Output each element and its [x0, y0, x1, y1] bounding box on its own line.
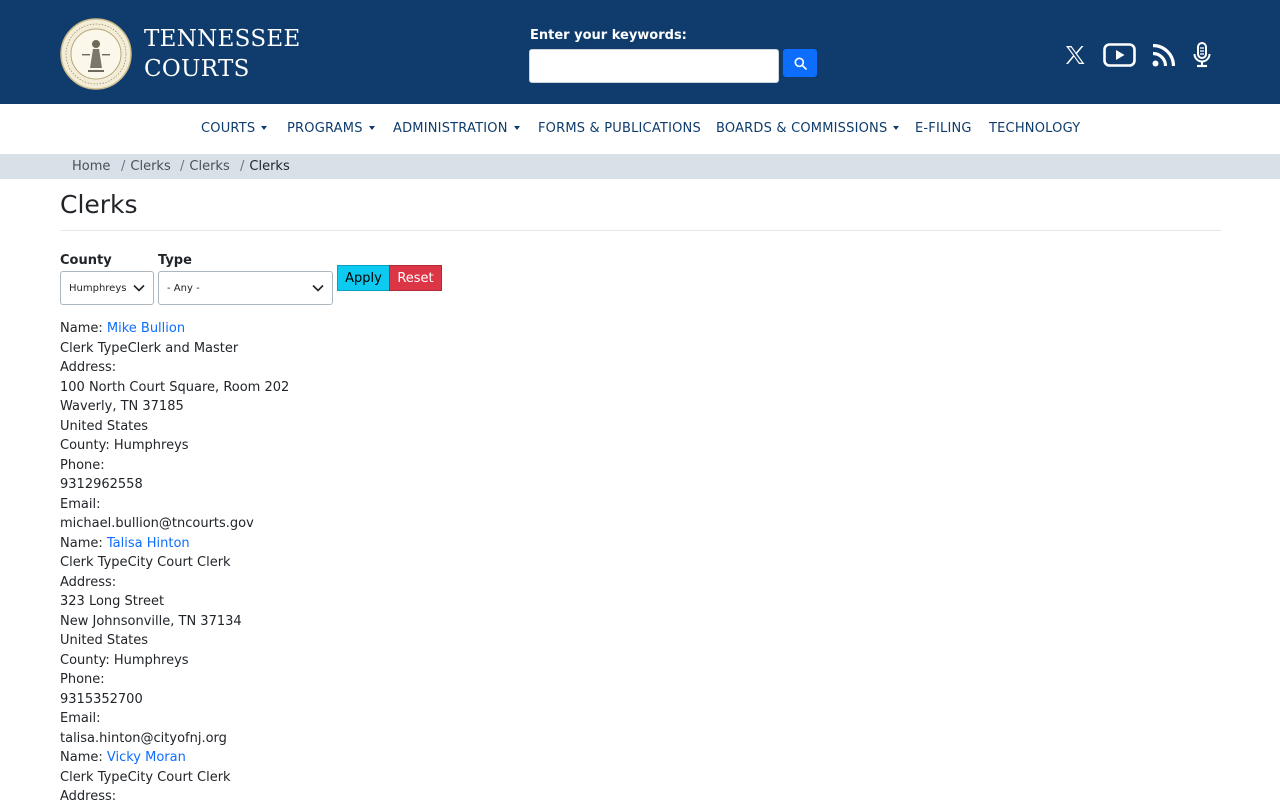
county-value: Humphreys [113, 438, 189, 453]
search-button[interactable] [783, 49, 817, 77]
phone-label: Phone: [60, 457, 105, 473]
email-label: Email: [60, 496, 101, 512]
county-select[interactable]: Humphreys [60, 271, 154, 305]
main-navigation: COURTS PROGRAMS ADMINISTRATION FORMS & P… [0, 104, 1280, 154]
nav-item-courts[interactable]: COURTS [201, 121, 268, 136]
clerk-type-value: City Court Clerk [127, 769, 231, 785]
phone-value: 9315352700 [60, 691, 143, 707]
apply-button[interactable]: Apply [337, 265, 390, 291]
type-select-value: - Any - [167, 282, 200, 294]
type-select[interactable]: - Any - [158, 271, 333, 305]
address-city: New Johnsonville, TN 37134 [60, 613, 242, 629]
caret-down-icon [261, 126, 268, 130]
type-filter-label: Type [158, 253, 192, 268]
tennessee-judiciary-seal-icon [60, 18, 132, 90]
site-header: TENNESSEE COURTS Enter your keywords: [0, 0, 1280, 104]
site-logo[interactable]: TENNESSEE COURTS [60, 18, 301, 90]
breadcrumb-clerks-1[interactable]: Clerks [130, 159, 170, 174]
title-divider [60, 230, 1221, 231]
search-icon [794, 57, 807, 70]
nav-item-administration[interactable]: ADMINISTRATION [393, 121, 520, 136]
logo-line-2: COURTS [144, 56, 250, 82]
email-label: Email: [60, 711, 101, 726]
address-city: Waverly, TN 37185 [60, 399, 184, 414]
clerk-name-link[interactable]: Talisa Hinton [107, 536, 190, 551]
clerk-type-value: City Court Clerk [127, 555, 231, 570]
address-country: United States [60, 633, 149, 648]
breadcrumb-current: Clerks [249, 159, 290, 174]
search-input[interactable] [529, 49, 779, 83]
caret-down-icon [513, 126, 520, 130]
county-filter-label: County [60, 253, 112, 268]
email-value: michael.bullion@tncourts.gov [60, 516, 254, 531]
address-label: Address: [60, 360, 117, 375]
clerk-name-link[interactable]: Mike Bullion [107, 321, 185, 336]
clerk-name-link[interactable]: Vicky Moran [107, 750, 186, 765]
nav-item-boards-commissions[interactable]: BOARDS & COMMISSIONS [716, 121, 900, 136]
phone-value: 9312962558 [60, 477, 143, 492]
caret-down-icon [893, 126, 900, 130]
nav-item-programs[interactable]: PROGRAMS [287, 121, 375, 136]
address-label: Address: [60, 789, 117, 804]
youtube-icon[interactable] [1102, 40, 1136, 70]
address-label: Address: [60, 574, 117, 590]
podcast-microphone-icon[interactable] [1190, 40, 1214, 70]
logo-line-1: TENNESSEE [144, 26, 301, 52]
nav-item-forms-publications[interactable]: FORMS & PUBLICATIONS [538, 121, 701, 136]
address-street: 323 Long Street [60, 594, 165, 609]
address-street: 100 North Court Square, Room 202 [60, 379, 290, 395]
clerk-results-list: Name: Mike Bullion Clerk TypeClerk and M… [60, 319, 289, 807]
nav-item-technology[interactable]: TECHNOLOGY [989, 121, 1080, 136]
phone-label: Phone: [60, 672, 105, 687]
reset-button[interactable]: Reset [389, 265, 442, 291]
breadcrumb-home[interactable]: Home [72, 159, 110, 174]
search-label: Enter your keywords: [530, 28, 687, 43]
address-country: United States [60, 418, 149, 434]
chevron-down-icon [133, 284, 145, 292]
rss-icon[interactable] [1150, 40, 1176, 70]
email-value: talisa.hinton@cityofnj.org [60, 730, 227, 746]
clerk-entry: Name: Mike Bullion Clerk TypeClerk and M… [60, 319, 289, 534]
breadcrumb-clerks-2[interactable]: Clerks [189, 159, 229, 174]
clerk-entry: Name: Vicky Moran Clerk TypeCity Court C… [60, 748, 289, 807]
county-value: Humphreys [113, 652, 189, 668]
page-title: Clerks [60, 190, 138, 219]
county-select-value: Humphreys [69, 282, 127, 294]
x-icon[interactable] [1062, 40, 1088, 70]
clerk-type-value: Clerk and Master [127, 340, 239, 356]
clerk-entry: Name: Talisa Hinton Clerk TypeCity Court… [60, 534, 289, 749]
nav-item-e-filing[interactable]: E-FILING [915, 121, 972, 136]
chevron-down-icon [312, 284, 324, 292]
caret-down-icon [368, 126, 375, 130]
breadcrumb: Home / Clerks / Clerks / Clerks [0, 154, 1280, 179]
